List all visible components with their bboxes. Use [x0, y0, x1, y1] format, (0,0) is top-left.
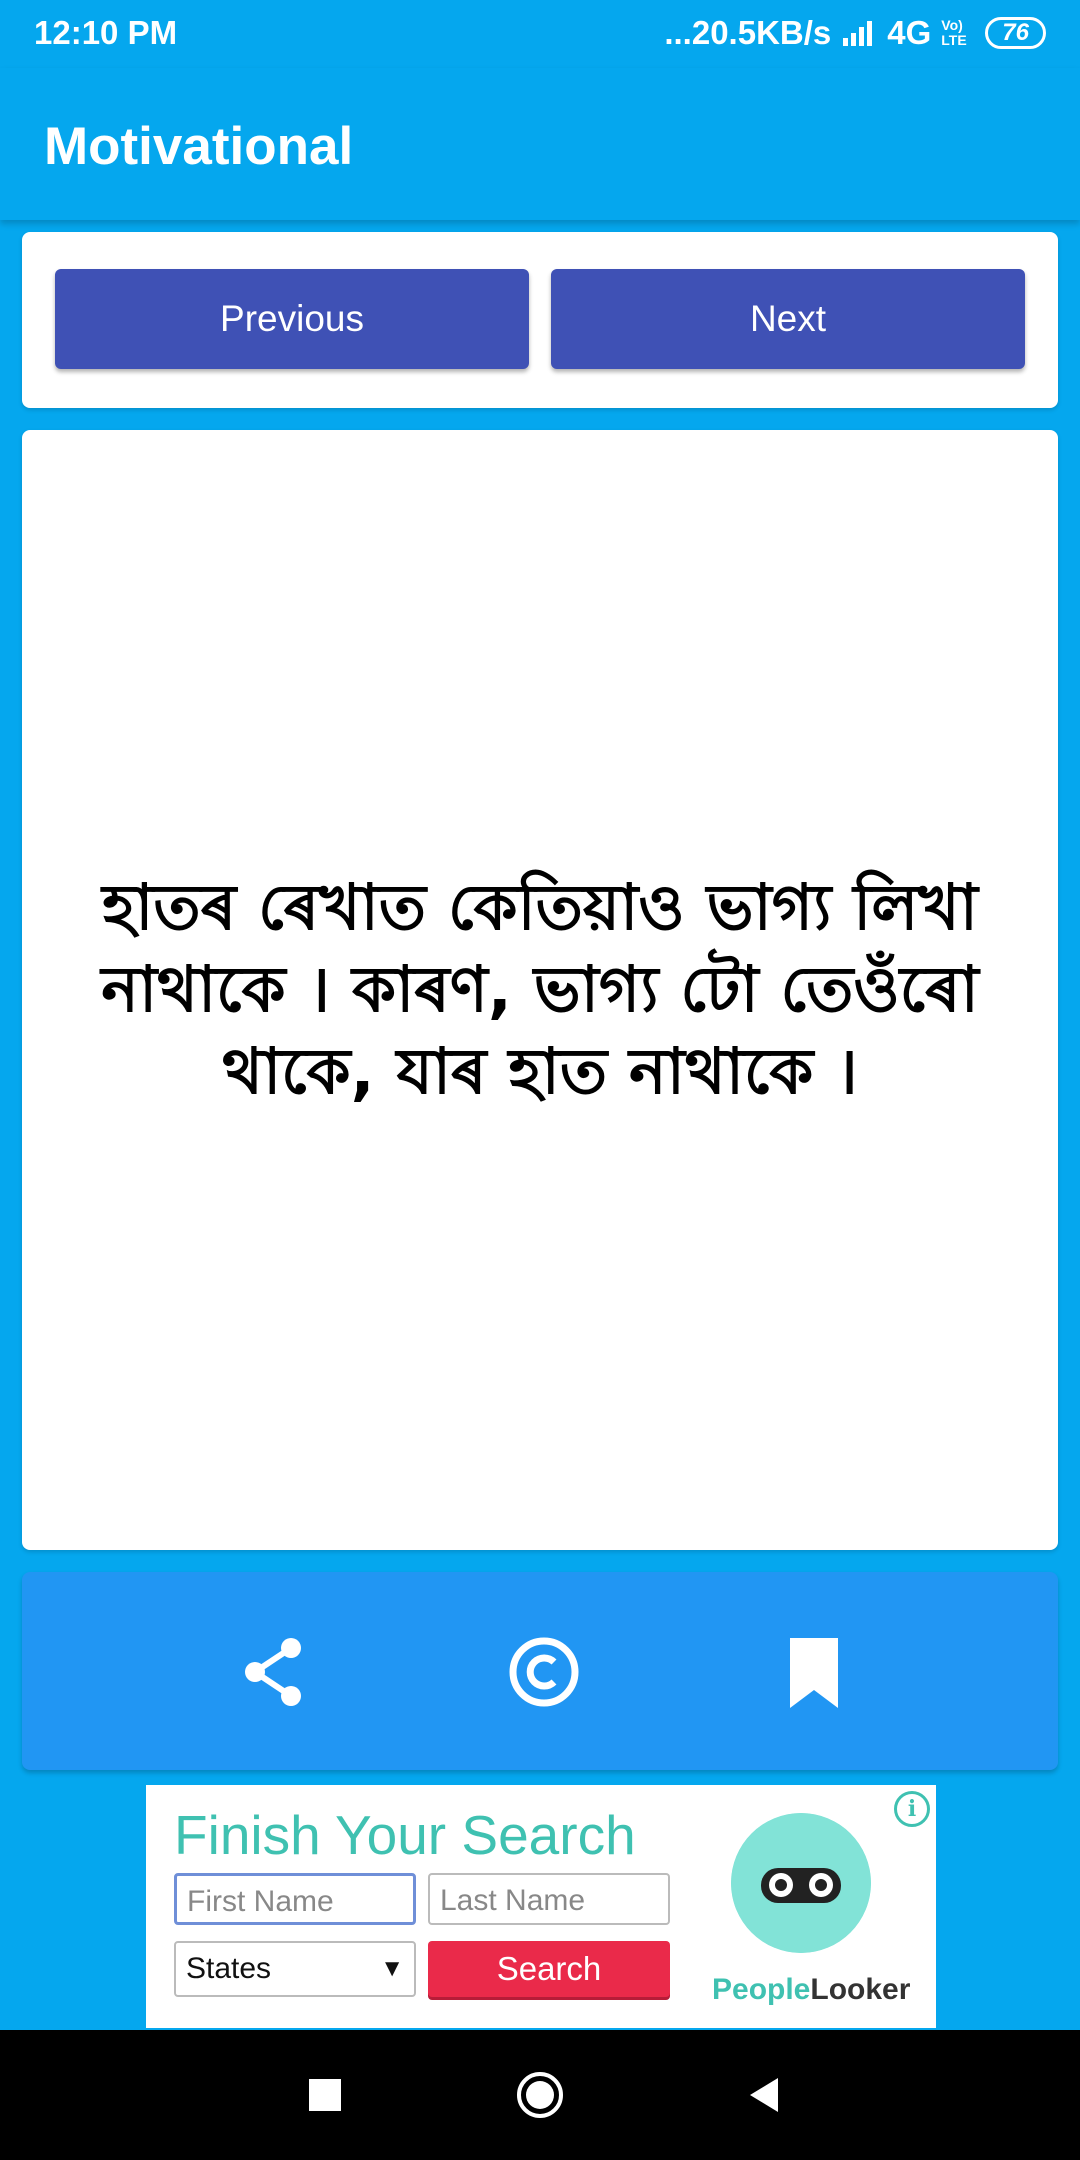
status-indicators: ...20.5KB/s 4G Vo) LTE 76 — [664, 14, 1046, 52]
ad-brand-looker: Looker — [810, 1973, 911, 2006]
ad-brand: PeopleLooker — [712, 1973, 910, 2007]
ad-info-icon[interactable]: i — [894, 1791, 930, 1827]
status-bar: 12:10 PM ...20.5KB/s 4G Vo) LTE 76 — [0, 0, 1080, 68]
ad-states-select[interactable]: States ▼ — [174, 1941, 416, 1997]
chevron-down-icon: ▼ — [380, 1955, 404, 1982]
page-title: Motivational — [44, 117, 354, 176]
previous-button[interactable]: Previous — [55, 269, 529, 369]
copyright-icon[interactable] — [504, 1632, 584, 1712]
next-button[interactable]: Next — [551, 269, 1025, 369]
peoplelooker-logo-icon — [731, 1813, 871, 1953]
navigation-card: Previous Next — [22, 232, 1058, 408]
quote-text: হাতৰ ৰেখাত কেতিয়াও ভাগ্য লিখা নাথাকে । … — [101, 871, 979, 1108]
ad-first-name-field[interactable]: First Name — [174, 1873, 416, 1925]
ad-brand-people: People — [712, 1973, 811, 2006]
app-bar: Motivational — [0, 68, 1080, 220]
network-speed: ...20.5KB/s — [664, 14, 832, 51]
back-icon[interactable] — [740, 2070, 790, 2120]
volte-indicator: Vo) LTE — [941, 17, 967, 48]
recents-icon[interactable] — [300, 2070, 350, 2120]
share-icon[interactable] — [235, 1632, 315, 1712]
ad-banner[interactable]: Finish Your Search i First Name Last Nam… — [146, 1785, 936, 2028]
bookmark-icon[interactable] — [774, 1632, 854, 1712]
action-bar — [22, 1572, 1058, 1770]
ad-last-name-field[interactable]: Last Name — [428, 1873, 670, 1925]
ad-states-label: States — [186, 1952, 272, 1985]
battery-indicator: 76 — [985, 17, 1046, 49]
quote-card: হাতৰ ৰেখাত কেতিয়াও ভাগ্য লিখা নাথাকে । … — [22, 430, 1058, 1550]
home-icon[interactable] — [515, 2070, 565, 2120]
signal-icon — [843, 21, 873, 46]
ad-search-button[interactable]: Search — [428, 1941, 670, 1997]
status-time: 12:10 PM — [34, 14, 178, 51]
system-navigation-bar — [0, 2030, 1080, 2160]
ad-title: Finish Your Search — [174, 1804, 636, 1866]
network-type: 4G — [887, 14, 932, 51]
